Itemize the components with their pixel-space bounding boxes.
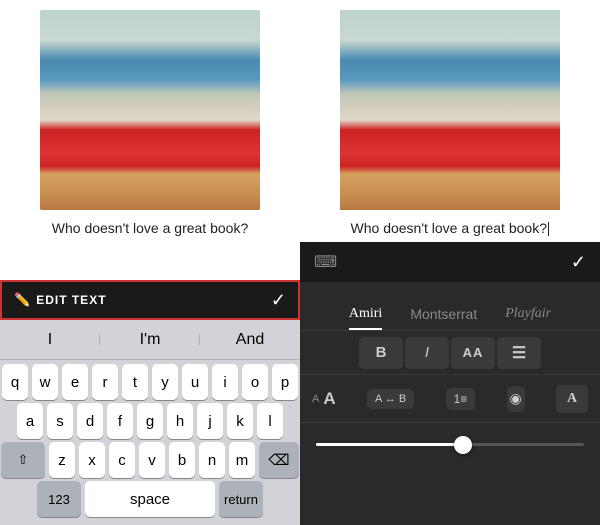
key-t[interactable]: t	[122, 364, 148, 400]
font-size-button[interactable]: A A	[312, 389, 336, 409]
text-cursor	[548, 222, 550, 236]
font-montserrat[interactable]: Montserrat	[410, 306, 477, 330]
slider-row	[300, 422, 600, 466]
key-c[interactable]: c	[109, 442, 135, 478]
italic-button[interactable]: I	[405, 337, 449, 369]
key-v[interactable]: v	[139, 442, 165, 478]
key-q[interactable]: q	[2, 364, 28, 400]
key-j[interactable]: j	[197, 403, 223, 439]
key-e[interactable]: e	[62, 364, 88, 400]
key-r[interactable]: r	[92, 364, 118, 400]
keyboard-icon[interactable]: ⌨	[314, 252, 337, 272]
slider-fill	[316, 443, 463, 446]
bold-button[interactable]: B	[359, 337, 403, 369]
key-123[interactable]: 123	[37, 481, 81, 517]
key-h[interactable]: h	[167, 403, 193, 439]
suggestion-and[interactable]: And	[200, 331, 300, 349]
dropper-icon[interactable]: ◉	[507, 386, 525, 412]
suggestion-i[interactable]: I	[0, 331, 100, 349]
caption-left: Who doesn't love a great book?	[52, 210, 248, 242]
keyboard: q w e r t y u i o p a s d f g h j k l ⇧ …	[0, 360, 300, 525]
edit-toolbar: ✏️ EDIT TEXT ✓	[0, 280, 300, 320]
key-o[interactable]: o	[242, 364, 268, 400]
font-size-slider[interactable]	[316, 443, 584, 446]
key-x[interactable]: x	[79, 442, 105, 478]
caption-right: Who doesn't love a great book?	[351, 210, 550, 242]
font-amiri[interactable]: Amiri	[349, 306, 382, 330]
key-row-2: a s d f g h j k l	[3, 403, 297, 439]
key-u[interactable]: u	[182, 364, 208, 400]
key-s[interactable]: s	[47, 403, 73, 439]
slider-thumb[interactable]	[454, 436, 472, 454]
format-buttons-row1: B I AA ☰	[300, 330, 600, 374]
right-card: Who doesn't love a great book?	[300, 0, 600, 242]
key-f[interactable]: f	[107, 403, 133, 439]
key-row-3: ⇧ z x c v b n m ⌫	[3, 442, 297, 478]
right-spacer	[300, 466, 600, 525]
key-b[interactable]: b	[169, 442, 195, 478]
keyboard-suggestions: I I'm And	[0, 320, 300, 360]
book-image-right	[340, 10, 560, 210]
book-image-left	[40, 10, 260, 210]
key-a[interactable]: a	[17, 403, 43, 439]
key-row-1: q w e r t y u i o p	[3, 364, 297, 400]
allcaps-button[interactable]: AA	[451, 337, 495, 369]
list-button[interactable]: 1≡	[446, 388, 476, 410]
align-button[interactable]: ☰	[497, 337, 541, 369]
format-row2: A A A ↔ B 1≡ ◉ A	[300, 374, 600, 422]
key-backspace[interactable]: ⌫	[259, 442, 299, 478]
key-shift[interactable]: ⇧	[1, 442, 45, 478]
key-row-4: 123 space return	[3, 481, 297, 517]
key-return[interactable]: return	[219, 481, 263, 517]
font-selector: Amiri Montserrat Playfair	[300, 282, 600, 330]
key-p[interactable]: p	[272, 364, 298, 400]
font-playfair[interactable]: Playfair	[505, 306, 551, 330]
text-color-button[interactable]: A	[556, 385, 588, 413]
key-y[interactable]: y	[152, 364, 178, 400]
key-n[interactable]: n	[199, 442, 225, 478]
left-panel: Who doesn't love a great book? ✏️ EDIT T…	[0, 0, 300, 525]
checkmark-left[interactable]: ✓	[271, 290, 286, 311]
checkmark-right[interactable]: ✓	[571, 252, 586, 273]
key-m[interactable]: m	[229, 442, 255, 478]
key-w[interactable]: w	[32, 364, 58, 400]
letter-spacing-button[interactable]: A ↔ B	[367, 389, 414, 409]
suggestion-im[interactable]: I'm	[100, 331, 200, 349]
edit-text-label: EDIT TEXT	[36, 293, 106, 307]
key-l[interactable]: l	[257, 403, 283, 439]
key-z[interactable]: z	[49, 442, 75, 478]
left-card: Who doesn't love a great book?	[0, 0, 300, 280]
pencil-icon: ✏️	[14, 292, 30, 308]
key-i[interactable]: i	[212, 364, 238, 400]
key-g[interactable]: g	[137, 403, 163, 439]
key-d[interactable]: d	[77, 403, 103, 439]
format-toolbar: ⌨ ✓	[300, 242, 600, 282]
key-k[interactable]: k	[227, 403, 253, 439]
key-space[interactable]: space	[85, 481, 215, 517]
right-panel: Who doesn't love a great book? ⌨ ✓ Amiri…	[300, 0, 600, 525]
